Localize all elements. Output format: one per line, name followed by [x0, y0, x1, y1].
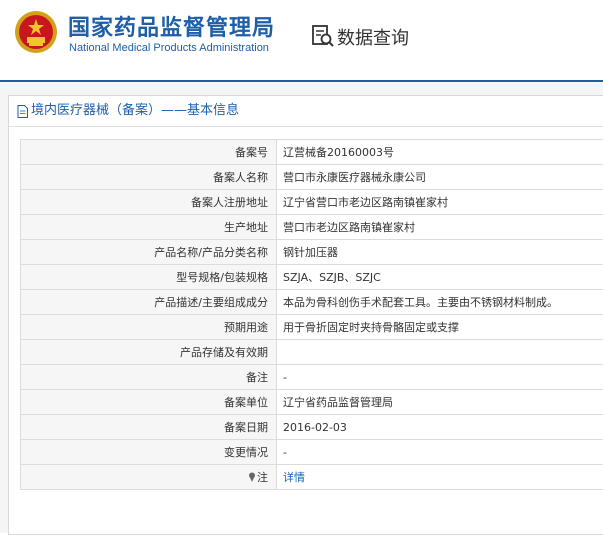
field-label: 备案单位: [21, 390, 277, 415]
details-link[interactable]: 详情: [283, 471, 305, 484]
table-row: 备案号辽营械备20160003号: [21, 140, 603, 165]
field-label: 备案号: [21, 140, 277, 165]
field-value: -: [277, 365, 603, 390]
note-label-cell: 注: [21, 465, 277, 490]
table-row: 型号规格/包装规格SZJA、SZJB、SZJC: [21, 265, 603, 290]
field-label: 生产地址: [21, 215, 277, 240]
field-value: 钢针加压器: [277, 240, 603, 265]
pin-icon: [248, 472, 256, 482]
field-label: 备案日期: [21, 415, 277, 440]
site-subtitle: National Medical Products Administration: [69, 42, 269, 54]
field-label: 产品名称/产品分类名称: [21, 240, 277, 265]
field-value: 本品为骨科创伤手术配套工具。主要由不锈钢材料制成。: [277, 290, 603, 315]
table-row: 备案人注册地址辽宁省营口市老边区路南镇崔家村: [21, 190, 603, 215]
field-value: 用于骨折固定时夹持骨骼固定或支撑: [277, 315, 603, 340]
data-query-link[interactable]: 数据查询: [337, 24, 409, 50]
table-row-note: 注 详情: [21, 465, 603, 490]
field-value: 2016-02-03: [277, 415, 603, 440]
table-row: 产品存储及有效期: [21, 340, 603, 365]
field-label: 备案人注册地址: [21, 190, 277, 215]
field-label: 备注: [21, 365, 277, 390]
table-row: 预期用途用于骨折固定时夹持骨骼固定或支撑: [21, 315, 603, 340]
field-label: 产品存储及有效期: [21, 340, 277, 365]
field-value: [277, 340, 603, 365]
panel-title: 境内医疗器械（备案）——基本信息: [9, 96, 603, 127]
field-value: 营口市老边区路南镇崔家村: [277, 215, 603, 240]
table-row: 备案单位辽宁省药品监督管理局: [21, 390, 603, 415]
table-row: 备案日期2016-02-03: [21, 415, 603, 440]
note-value-cell: 详情: [277, 465, 603, 490]
field-value: 营口市永康医疗器械永康公司: [277, 165, 603, 190]
note-label: 注: [257, 471, 268, 484]
site-title: 国家药品监督管理局: [68, 10, 275, 42]
field-value: 辽宁省营口市老边区路南镇崔家村: [277, 190, 603, 215]
data-query-icon[interactable]: [311, 24, 335, 48]
field-label: 变更情况: [21, 440, 277, 465]
field-label: 产品描述/主要组成成分: [21, 290, 277, 315]
field-value: 辽营械备20160003号: [277, 140, 603, 165]
document-icon: [17, 105, 28, 118]
field-value: 辽宁省药品监督管理局: [277, 390, 603, 415]
panel-title-text: 境内医疗器械（备案）——基本信息: [31, 96, 239, 126]
field-label: 型号规格/包装规格: [21, 265, 277, 290]
table-row: 备注-: [21, 365, 603, 390]
table-row: 产品描述/主要组成成分本品为骨科创伤手术配套工具。主要由不锈钢材料制成。: [21, 290, 603, 315]
site-header: 国家药品监督管理局 National Medical Products Admi…: [0, 0, 603, 80]
field-value: -: [277, 440, 603, 465]
national-emblem-icon: [14, 10, 58, 54]
info-panel: 境内医疗器械（备案）——基本信息 备案号辽营械备20160003号备案人名称营口…: [8, 95, 603, 535]
table-row: 生产地址营口市老边区路南镇崔家村: [21, 215, 603, 240]
table-row: 变更情况-: [21, 440, 603, 465]
record-table: 备案号辽营械备20160003号备案人名称营口市永康医疗器械永康公司备案人注册地…: [20, 139, 603, 490]
field-label: 预期用途: [21, 315, 277, 340]
field-value: SZJA、SZJB、SZJC: [277, 265, 603, 290]
table-row: 产品名称/产品分类名称钢针加压器: [21, 240, 603, 265]
field-label: 备案人名称: [21, 165, 277, 190]
table-row: 备案人名称营口市永康医疗器械永康公司: [21, 165, 603, 190]
